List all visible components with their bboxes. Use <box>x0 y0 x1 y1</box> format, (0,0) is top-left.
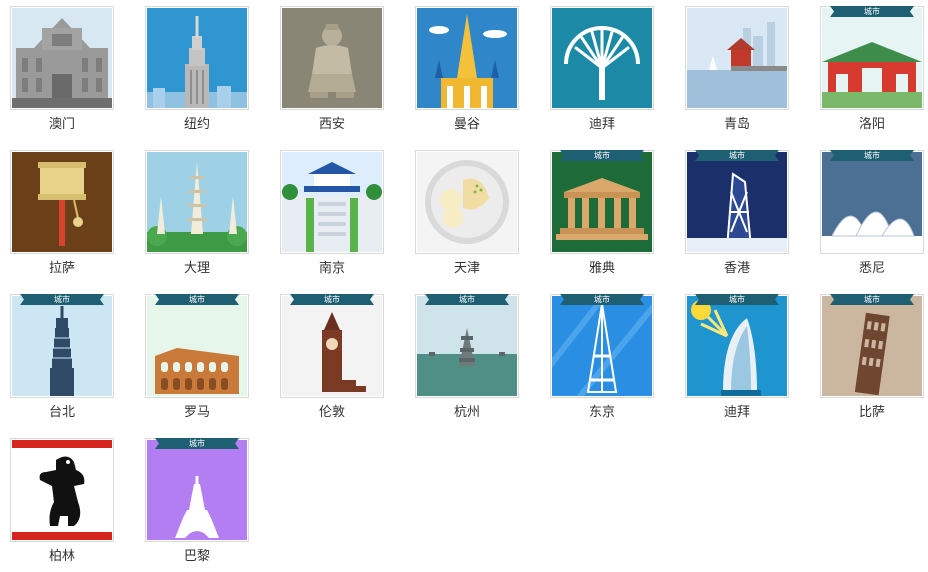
city-label: 香港 <box>723 261 750 276</box>
eiffel-tower-icon <box>145 438 249 542</box>
city-tile-taipei[interactable]: 城市 台北 <box>10 294 114 428</box>
dumplings-icon <box>415 150 519 254</box>
city-label: 台北 <box>48 405 75 420</box>
city-tile-tokyo[interactable]: 城市 东京 <box>550 294 654 428</box>
city-badge-text: 城市 <box>729 295 745 304</box>
macau-ruins-icon <box>10 6 114 110</box>
city-label: 罗马 <box>183 405 210 420</box>
city-badge: 城市 <box>425 294 509 305</box>
city-badge: 城市 <box>560 294 644 305</box>
city-label: 柏林 <box>48 549 75 564</box>
city-label: 西安 <box>318 117 345 132</box>
opera-house-icon <box>820 150 924 254</box>
city-badge: 城市 <box>155 438 239 449</box>
bank-of-china-tower-icon <box>685 150 789 254</box>
city-label: 杭州 <box>453 405 480 420</box>
golden-pagoda-icon <box>415 6 519 110</box>
city-tile-pisa[interactable]: 城市 比萨 <box>820 294 924 428</box>
city-tile-bangkok[interactable]: 曼谷 <box>415 6 519 140</box>
city-label: 迪拜 <box>588 117 615 132</box>
city-label: 曼谷 <box>453 117 480 132</box>
city-badge-text: 城市 <box>864 7 880 16</box>
city-tile-hong-kong[interactable]: 城市 香港 <box>685 150 789 284</box>
city-badge: 城市 <box>830 6 914 17</box>
city-badge-text: 城市 <box>54 295 70 304</box>
palm-island-icon <box>550 6 654 110</box>
city-label: 比萨 <box>858 405 885 420</box>
city-badge: 城市 <box>20 294 104 305</box>
city-badge: 城市 <box>290 294 374 305</box>
city-label: 大理 <box>183 261 210 276</box>
city-tile-nanjing[interactable]: 南京 <box>280 150 384 284</box>
terracotta-warrior-icon <box>280 6 384 110</box>
city-label: 南京 <box>318 261 345 276</box>
city-tile-new-york[interactable]: 纽约 <box>145 6 249 140</box>
city-badge: 城市 <box>560 150 644 161</box>
city-label: 悉尼 <box>858 261 885 276</box>
city-label: 纽约 <box>183 117 210 132</box>
city-label: 伦敦 <box>318 405 345 420</box>
city-label: 雅典 <box>588 261 615 276</box>
city-badge: 城市 <box>695 150 779 161</box>
city-badge-text: 城市 <box>864 295 880 304</box>
burj-al-arab-icon <box>685 294 789 398</box>
city-tile-macau[interactable]: 澳门 <box>10 6 114 140</box>
city-tile-dali[interactable]: 大理 <box>145 150 249 284</box>
city-tile-dubai-burj[interactable]: 城市 迪拜 <box>685 294 789 428</box>
city-tile-lhasa[interactable]: 拉萨 <box>10 150 114 284</box>
city-tile-berlin[interactable]: 柏林 <box>10 438 114 572</box>
city-tile-sydney[interactable]: 城市 悉尼 <box>820 150 924 284</box>
city-badge-text: 城市 <box>864 151 880 160</box>
empire-state-building-icon <box>145 6 249 110</box>
city-tile-paris[interactable]: 城市 巴黎 <box>145 438 249 572</box>
city-label: 迪拜 <box>723 405 750 420</box>
city-badge-text: 城市 <box>324 295 340 304</box>
city-tile-qingdao[interactable]: 青岛 <box>685 6 789 140</box>
city-badge-text: 城市 <box>729 151 745 160</box>
city-badge-text: 城市 <box>459 295 475 304</box>
city-tile-athens[interactable]: 城市 雅典 <box>550 150 654 284</box>
city-badge-text: 城市 <box>189 439 205 448</box>
taipei-101-icon <box>10 294 114 398</box>
city-badge-text: 城市 <box>594 295 610 304</box>
city-label: 拉萨 <box>48 261 75 276</box>
three-pagodas-icon <box>145 150 249 254</box>
qingdao-pier-icon <box>685 6 789 110</box>
city-label: 洛阳 <box>858 117 885 132</box>
parthenon-icon <box>550 150 654 254</box>
city-label: 巴黎 <box>183 549 210 564</box>
city-tile-london[interactable]: 城市 伦敦 <box>280 294 384 428</box>
city-label: 天津 <box>453 261 480 276</box>
leaning-tower-icon <box>820 294 924 398</box>
city-label: 东京 <box>588 405 615 420</box>
sun-yatsen-mausoleum-icon <box>280 150 384 254</box>
city-badge: 城市 <box>830 150 914 161</box>
city-tile-xian[interactable]: 西安 <box>280 6 384 140</box>
luoyang-gate-icon <box>820 6 924 110</box>
city-tile-hangzhou[interactable]: 城市 杭州 <box>415 294 519 428</box>
city-label: 青岛 <box>723 117 750 132</box>
three-pools-pagoda-icon <box>415 294 519 398</box>
city-tile-dubai-palm[interactable]: 迪拜 <box>550 6 654 140</box>
city-badge-text: 城市 <box>594 151 610 160</box>
city-label: 澳门 <box>48 117 75 132</box>
colosseum-icon <box>145 294 249 398</box>
tokyo-tower-icon <box>550 294 654 398</box>
big-ben-icon <box>280 294 384 398</box>
city-badge: 城市 <box>830 294 914 305</box>
city-badge: 城市 <box>155 294 239 305</box>
city-badge-text: 城市 <box>189 295 205 304</box>
city-tile-rome[interactable]: 城市 罗马 <box>145 294 249 428</box>
berlin-bear-icon <box>10 438 114 542</box>
prayer-wheel-icon <box>10 150 114 254</box>
city-badge: 城市 <box>695 294 779 305</box>
city-tile-tianjin[interactable]: 天津 <box>415 150 519 284</box>
city-tile-luoyang[interactable]: 城市 洛阳 <box>820 6 924 140</box>
